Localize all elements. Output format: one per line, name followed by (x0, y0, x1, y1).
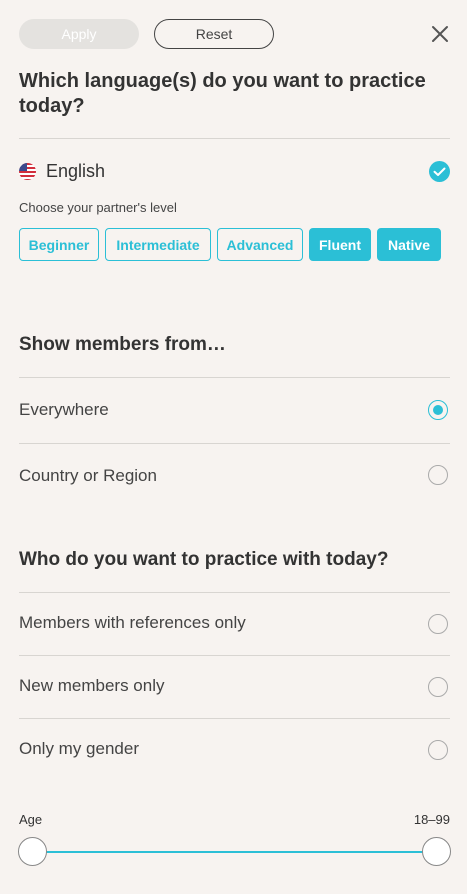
checkmark-icon[interactable] (429, 161, 450, 182)
toolbar: Apply Reset (19, 19, 449, 49)
gender-radio[interactable] (428, 740, 448, 760)
references-radio[interactable] (428, 614, 448, 634)
age-max-handle[interactable] (422, 837, 451, 866)
level-intermediate-button[interactable]: Intermediate (105, 228, 211, 261)
everywhere-radio[interactable] (428, 400, 448, 420)
us-flag-icon (19, 163, 36, 180)
level-native-button[interactable]: Native (377, 228, 441, 261)
option-everywhere-label: Everywhere (19, 400, 109, 419)
age-slider-track[interactable] (32, 851, 437, 853)
option-new-members-label: New members only (19, 676, 165, 695)
reset-button[interactable]: Reset (154, 19, 274, 49)
apply-button[interactable]: Apply (19, 19, 139, 49)
level-fluent-button[interactable]: Fluent (309, 228, 371, 261)
divider (19, 443, 450, 444)
level-beginner-button[interactable]: Beginner (19, 228, 99, 261)
divider (19, 138, 450, 139)
practice-with-title: Who do you want to practice with today? (19, 549, 389, 570)
language-section-title: Which language(s) do you want to practic… (19, 70, 426, 117)
option-country-label: Country or Region (19, 466, 157, 485)
new-members-radio[interactable] (428, 677, 448, 697)
age-min-handle[interactable] (18, 837, 47, 866)
age-range-value: 18–99 (413, 812, 450, 827)
partner-level-label: Choose your partner's level (19, 200, 177, 215)
members-from-title: Show members from… (19, 334, 226, 355)
level-buttons: Beginner Intermediate Advanced Fluent Na… (19, 228, 447, 261)
language-label: English (46, 161, 106, 181)
divider (19, 592, 450, 593)
divider (19, 655, 450, 656)
age-label: Age (19, 812, 43, 827)
option-gender-label: Only my gender (19, 739, 139, 758)
divider (19, 718, 450, 719)
level-advanced-button[interactable]: Advanced (217, 228, 303, 261)
country-region-radio[interactable] (428, 465, 448, 485)
language-row[interactable]: English (19, 158, 450, 186)
option-references-label: Members with references only (19, 613, 246, 632)
divider (19, 377, 450, 378)
close-icon[interactable] (431, 25, 449, 43)
